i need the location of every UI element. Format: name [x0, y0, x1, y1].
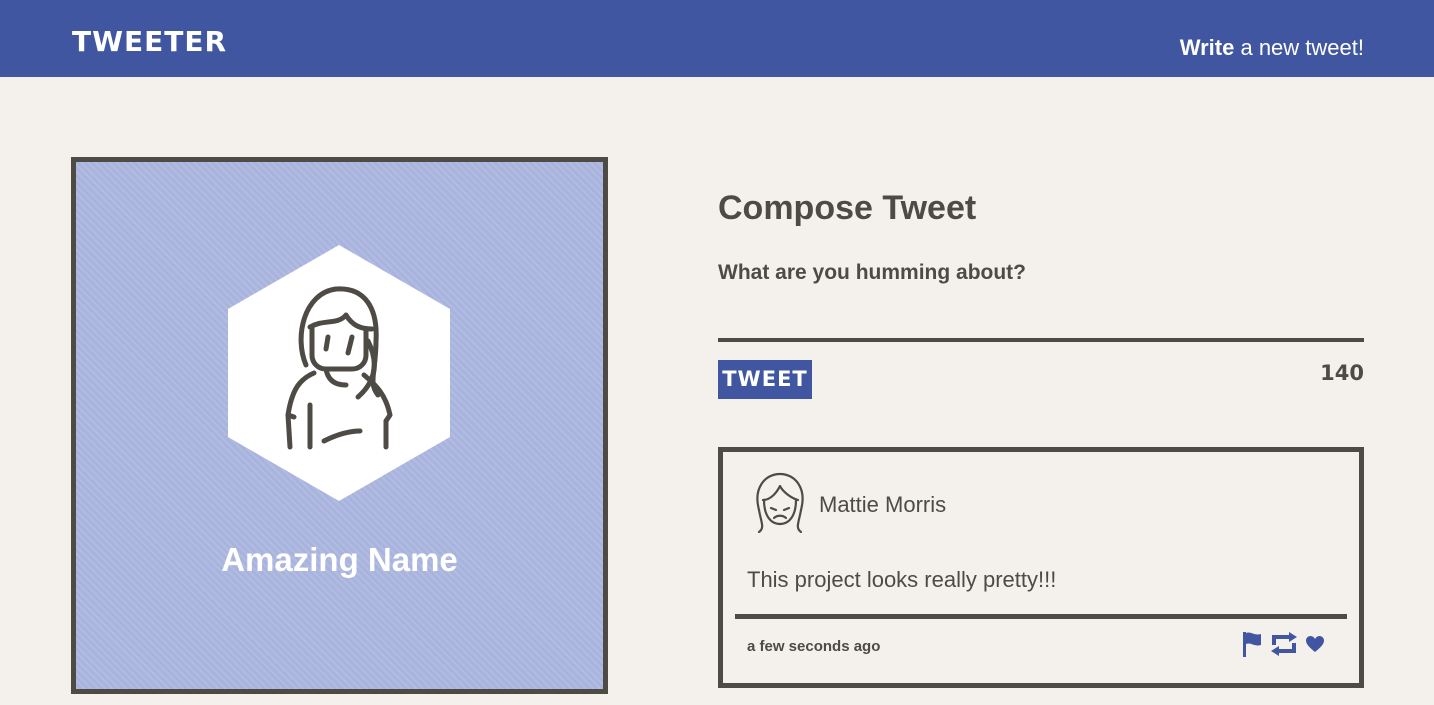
profile-avatar	[228, 245, 450, 501]
tweet-text-input[interactable]	[718, 290, 1364, 342]
tweet-divider	[735, 614, 1347, 619]
tweet-author-name: Mattie Morris	[819, 492, 947, 517]
write-link-strong: Write	[1179, 35, 1235, 60]
flag-icon[interactable]	[1241, 630, 1263, 658]
tweet-card: Mattie Morris This project looks really …	[718, 447, 1364, 688]
compose-title: Compose Tweet	[718, 189, 977, 227]
profile-name: Amazing Name	[221, 541, 458, 578]
write-new-tweet-link[interactable]: Write a new tweet!	[1180, 34, 1364, 62]
tweet-body: This project looks really pretty!!!	[747, 567, 1057, 592]
write-link-rest: a new tweet!	[1234, 35, 1364, 60]
top-nav: TWEETER Write a new tweet!	[0, 0, 1434, 77]
character-counter: 140	[1320, 361, 1364, 385]
brand-logo: TWEETER	[72, 25, 228, 58]
tweet-actions	[1241, 629, 1325, 659]
profile-card: Amazing Name	[71, 157, 608, 694]
retweet-icon[interactable]	[1269, 631, 1299, 657]
heart-icon[interactable]	[1305, 635, 1325, 653]
sad-face-avatar-icon	[756, 472, 804, 534]
tweet-timestamp: a few seconds ago	[747, 638, 881, 655]
compose-label: What are you humming about?	[718, 261, 1026, 284]
tweet-button[interactable]: TWEET	[718, 360, 812, 399]
